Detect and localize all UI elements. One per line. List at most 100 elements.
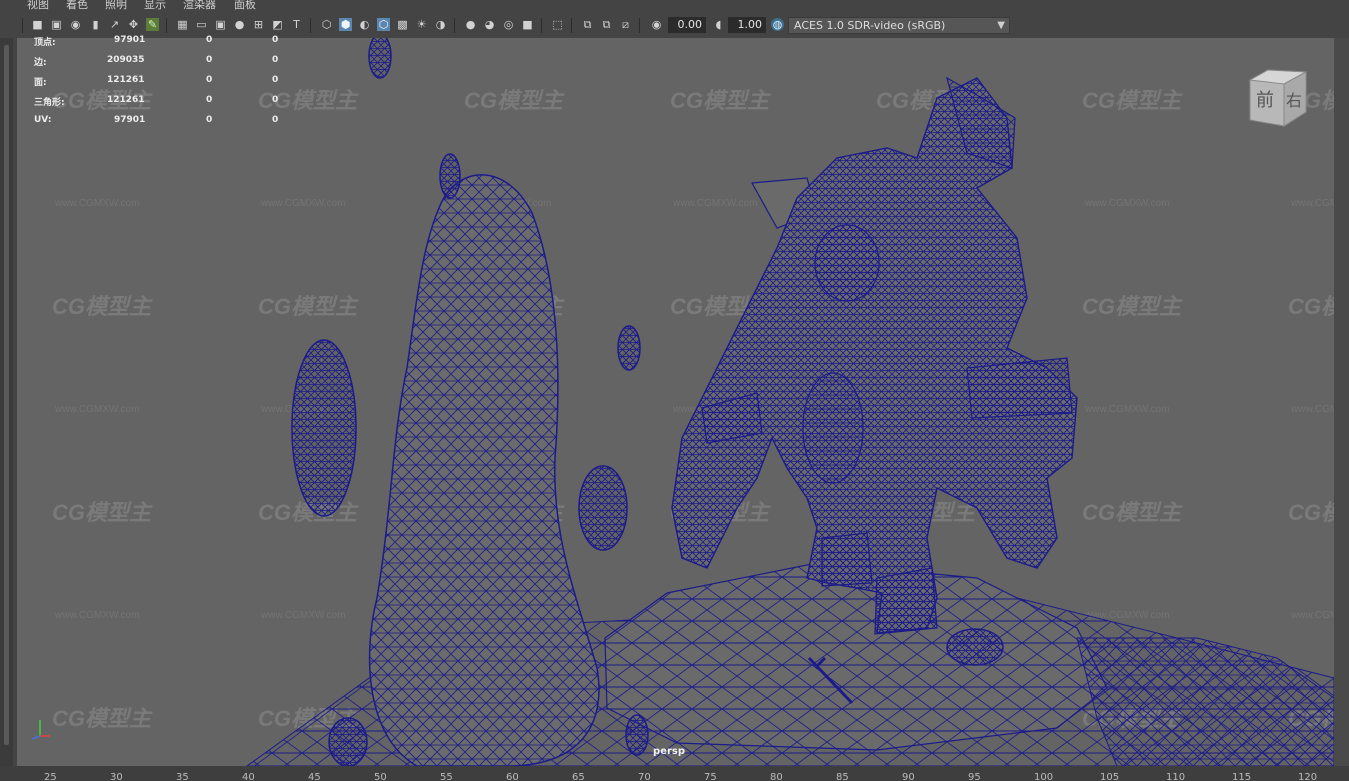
left-scrollbar[interactable] [4,45,9,745]
gamma-field[interactable]: 1.00 [728,17,766,33]
timeline-tick-label: 85 [836,772,849,781]
isolate-select-icon[interactable]: ⬚ [551,18,564,31]
hud-other: 0 [272,35,279,45]
timeline-tick-label: 115 [1232,772,1252,781]
floating-pebble-mesh [368,38,392,79]
grease-pencil-icon[interactable]: ✥ [127,18,140,31]
stone-pillar-wire [369,174,599,766]
watermark-url: www.CGMXW.com [54,198,139,209]
grid-icon[interactable]: ▦ [176,18,189,31]
toolbar-separator [310,18,311,33]
color-management-icon[interactable]: ◍ [771,18,784,31]
gate-mask-icon[interactable]: ● [233,18,246,31]
toolbar-separator [22,18,23,33]
timeline-tick-label: 90 [902,772,915,781]
wireframe-on-shaded-icon[interactable]: ⬡ [377,18,390,31]
gamma-icon[interactable]: ◖ [712,18,725,31]
floating-pebble-mesh [439,153,461,199]
view-cube-front-label: 前 [1256,90,1274,111]
hud-total: 121261 [107,95,145,105]
field-chart-icon[interactable]: ⊞ [252,18,265,31]
hud-other: 0 [272,55,279,65]
xray-joints-icon[interactable]: ⧉ [600,18,613,31]
hud-total: 97901 [114,35,146,45]
time-slider[interactable]: 25 30 35 40 45 50 55 60 65 70 75 80 85 90 95 100 105 110 1… [0,766,1349,781]
film-gate-icon[interactable]: ▭ [195,18,208,31]
default-material-icon[interactable]: ◐ [358,18,371,31]
floating-pebble-mesh [617,325,641,371]
timeline-tick-label: 25 [44,772,57,781]
watermark-logo: CG模型主 [52,294,153,319]
watermark-url: www.CGMXW.com [1084,198,1169,209]
menu-show[interactable]: 显示 [144,0,166,10]
hud-label: 面: [34,78,47,88]
watermark-logo: CG模型主 [1082,294,1183,319]
wireframe-icon[interactable]: ⬡ [320,18,333,31]
textured-icon[interactable]: ▩ [396,18,409,31]
exposure-icon[interactable]: ◉ [650,18,663,31]
camera-attributes-icon[interactable]: ▣ [50,18,63,31]
watermark-logo: CG模型主 [52,500,153,525]
camera-name-label: persp [653,746,685,757]
view-cube-right-label: 右 [1286,91,1302,110]
watermark-url: www.CGMXW.com [1084,404,1169,415]
timeline-tick-label: 100 [1034,772,1054,781]
hud-other: 0 [272,75,279,85]
watermark-url: www.CGMXW.com [260,610,345,621]
timeline-tick-label: 50 [374,772,387,781]
menu-view[interactable]: 视图 [27,0,49,10]
right-rock-mesh [1076,637,1334,766]
hud-other: 0 [272,115,279,125]
timeline-tick-label: 55 [440,772,453,781]
depth-of-field-icon[interactable]: ■ [521,18,534,31]
toolbar-separator [541,18,542,33]
timeline-tick-label: 35 [176,772,189,781]
resolution-gate-icon[interactable]: ▣ [214,18,227,31]
watermark-url: www.CGMXW.com [54,404,139,415]
axis-gizmo [31,720,50,740]
timeline-tick-label: 60 [506,772,519,781]
hud-other: 0 [272,95,279,105]
use-all-lights-icon[interactable]: ☀ [415,18,428,31]
shadows-icon[interactable]: ◑ [434,18,447,31]
pencil-icon[interactable]: ✎ [146,18,159,31]
hud-total: 97901 [114,115,146,125]
xray-active-components-icon[interactable]: ⧄ [619,18,632,31]
menu-lighting[interactable]: 照明 [105,0,127,10]
platform-mesh-lines [605,563,1107,750]
watermark-url: www.CGMXW.com [260,198,345,209]
image-plane-icon[interactable]: ▮ [89,18,102,31]
timeline-tick-label: 105 [1100,772,1120,781]
hud-label: 顶点: [34,38,56,48]
view-cube[interactable]: 前 右 [1244,68,1310,128]
two-d-pan-icon[interactable]: ↗ [108,18,121,31]
smooth-shade-icon[interactable]: ⬢ [339,18,352,31]
perspective-viewport[interactable]: CG模型主 CG模型主 CG模型主 CG模型主 CG模型主 CG模型主 CG模型主 CG模型主… [17,38,1334,766]
hud-selected: 0 [206,75,213,85]
hud-total: 121261 [107,75,145,85]
floating-pebble-mesh [328,717,368,766]
camera-select-icon[interactable]: ■ [31,18,44,31]
viewport-menu-bar: 视图 着色 照明 显示 渲染器 面板 [0,0,1349,13]
timeline-tick-label: 70 [638,772,651,781]
watermark-logo: CG模型主 [1082,88,1183,113]
timeline-tick-label: 45 [308,772,321,781]
safe-action-icon[interactable]: ◩ [271,18,284,31]
anti-aliasing-icon[interactable]: ◎ [502,18,515,31]
orc-character-mesh [671,76,1078,635]
color-management-dropdown[interactable]: ACES 1.0 SDR-video (sRGB) ▼ [788,17,1010,34]
xray-icon[interactable]: ⧉ [581,18,594,31]
menu-renderer[interactable]: 渲染器 [183,0,216,10]
safe-title-icon[interactable]: T [290,18,303,31]
color-management-label: ACES 1.0 SDR-video (sRGB) [794,19,946,32]
bookmark-icon[interactable]: ◉ [69,18,82,31]
watermark-logo: CG模型主 [464,88,565,113]
motion-blur-icon[interactable]: ◕ [483,18,496,31]
hud-selected: 0 [206,95,213,105]
menu-panels[interactable]: 面板 [234,0,256,10]
watermark-url: www.CGMXW.com [1290,404,1334,415]
menu-shading[interactable]: 着色 [66,0,88,10]
floating-pebble-mesh [625,714,649,756]
screen-space-ao-icon[interactable]: ● [464,18,477,31]
exposure-field[interactable]: 0.00 [668,17,706,33]
